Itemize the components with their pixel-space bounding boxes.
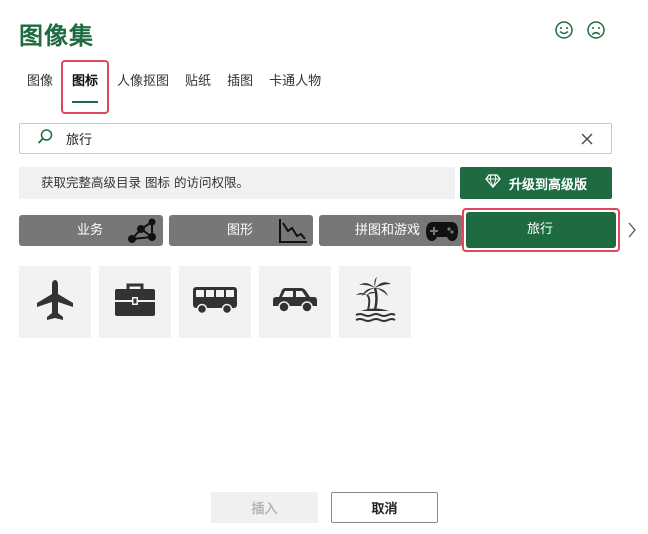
upgrade-button-label: 升级到高级版 — [508, 177, 587, 193]
upgrade-button[interactable]: 升级到高级版 — [460, 167, 612, 199]
tab-cutout-people[interactable]: 人像抠图 — [109, 60, 177, 114]
category-label: 拼图和游戏 — [355, 223, 421, 238]
palm-island-icon — [353, 276, 397, 328]
insert-button[interactable]: 插入 — [211, 492, 318, 523]
search-icon — [36, 128, 54, 150]
category-puzzles-games[interactable]: 拼图和游戏 — [319, 215, 463, 246]
tab-cartoon-people[interactable]: 卡通人物 — [261, 60, 329, 114]
upgrade-message: 获取完整高级目录 图标 的访问权限。 — [19, 167, 455, 199]
category-graphics[interactable]: 图形 — [169, 215, 313, 246]
smile-icon[interactable] — [554, 20, 574, 44]
close-icon[interactable] — [579, 131, 595, 151]
category-label: 旅行 — [527, 222, 554, 237]
result-tile[interactable] — [19, 266, 91, 338]
tab-icons[interactable]: 图标 — [61, 60, 110, 114]
category-business[interactable]: 业务 — [19, 215, 163, 246]
search-box — [19, 123, 612, 154]
search-input[interactable] — [66, 131, 546, 146]
result-tile[interactable] — [339, 266, 411, 338]
frown-icon[interactable] — [586, 20, 606, 44]
result-tile[interactable] — [99, 266, 171, 338]
category-label: 业务 — [77, 223, 104, 238]
page-title: 图像集 — [19, 22, 94, 50]
car-icon — [272, 286, 318, 318]
tab-stickers[interactable]: 贴纸 — [177, 60, 219, 114]
feedback-group — [554, 20, 606, 44]
network-icon — [125, 217, 159, 249]
tab-bar: 图像 图标 人像抠图 贴纸 插图 卡通人物 — [19, 60, 329, 114]
tab-illustrations[interactable]: 插图 — [219, 60, 261, 114]
diamond-icon — [485, 174, 501, 192]
category-label: 图形 — [227, 223, 254, 238]
airplane-icon — [35, 278, 75, 326]
tab-images[interactable]: 图像 — [19, 60, 61, 114]
chart-down-icon — [277, 217, 309, 249]
chevron-right-icon[interactable] — [626, 220, 638, 244]
result-tile[interactable] — [179, 266, 251, 338]
cancel-button[interactable]: 取消 — [331, 492, 438, 523]
briefcase-icon — [113, 282, 157, 322]
icon-results-grid — [19, 266, 411, 338]
bus-icon — [192, 285, 238, 319]
category-travel[interactable]: 旅行 — [466, 212, 616, 248]
result-tile[interactable] — [259, 266, 331, 338]
gamepad-icon — [425, 219, 459, 247]
